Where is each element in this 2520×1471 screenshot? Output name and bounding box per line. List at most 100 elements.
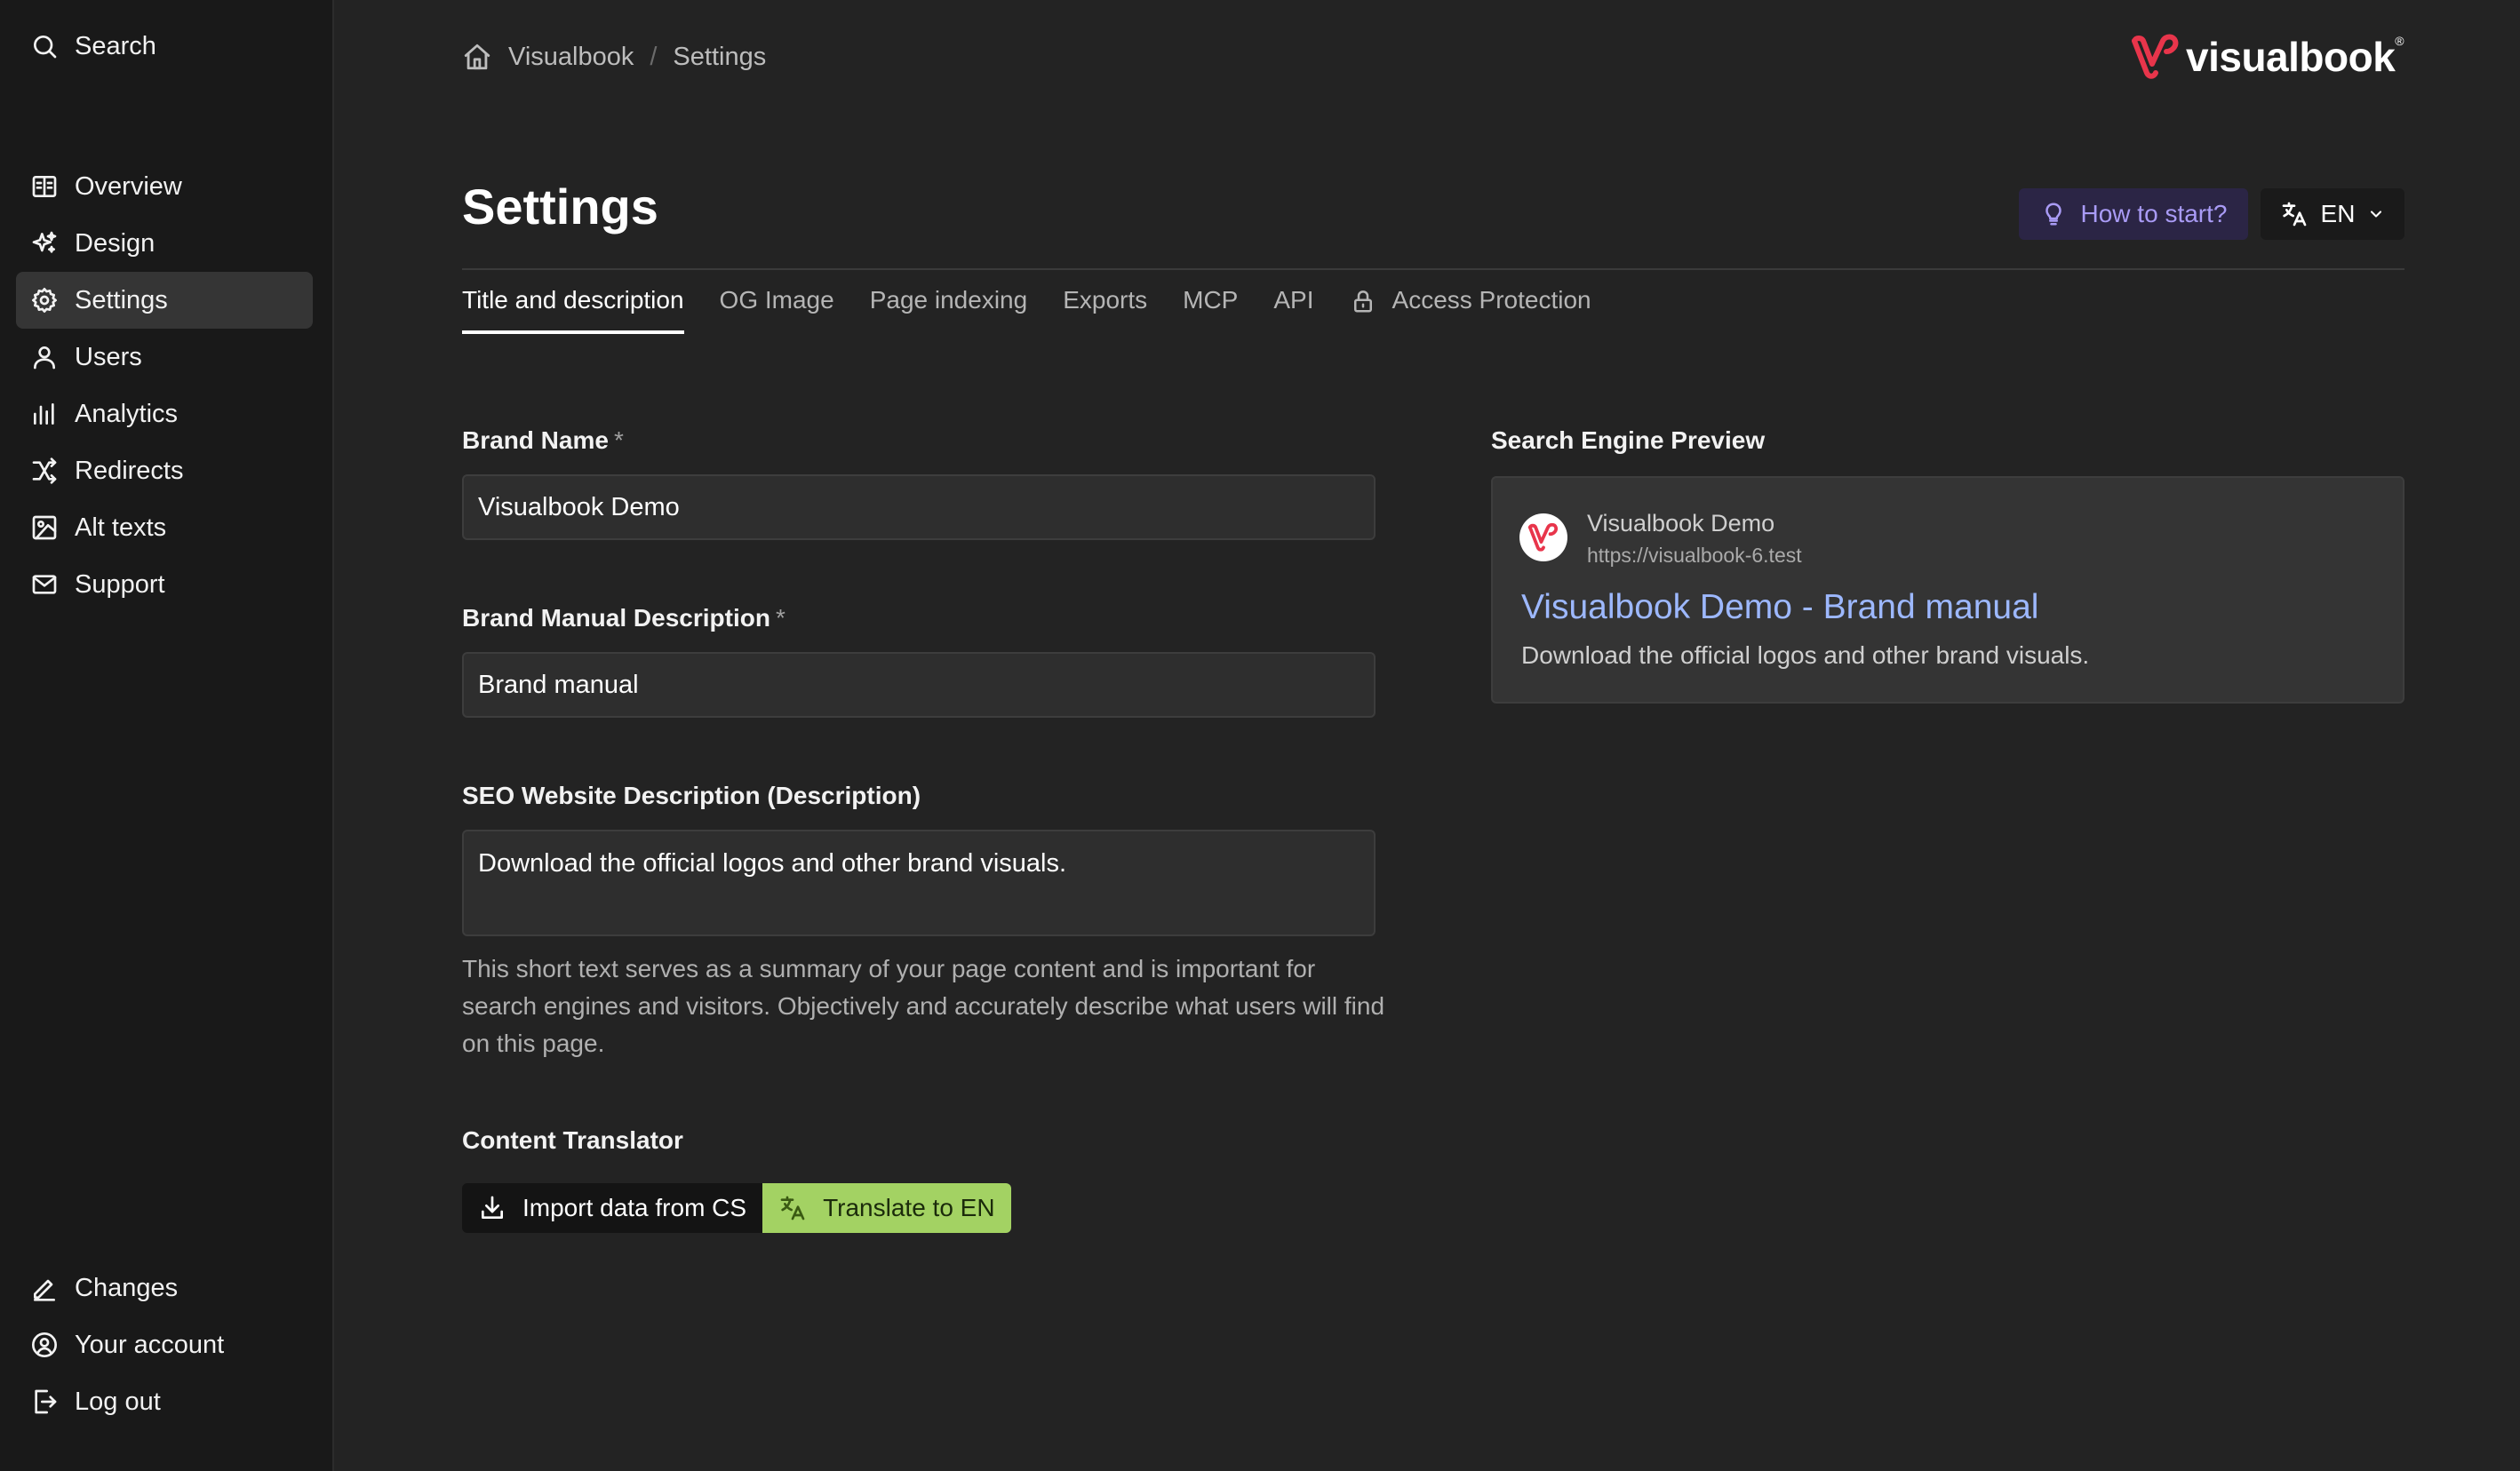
book-open-icon — [28, 171, 60, 203]
image-icon — [28, 512, 60, 544]
search-icon — [28, 30, 60, 62]
sidebar-item-users[interactable]: Users — [16, 329, 313, 386]
breadcrumb-settings[interactable]: Settings — [673, 43, 766, 72]
how-to-start-label: How to start? — [2080, 200, 2228, 227]
brand-manual-description-input[interactable]: Brand manual — [462, 652, 1376, 718]
tab-og-image[interactable]: OG Image — [720, 282, 834, 334]
brand-manual-description-value: Brand manual — [478, 670, 639, 699]
brand-manual-description-label: Brand Manual Description * — [462, 604, 786, 632]
mail-icon — [28, 569, 60, 600]
language-value: EN — [2320, 200, 2356, 227]
sidebar-item-account[interactable]: Your account — [16, 1316, 313, 1373]
sidebar-item-overview[interactable]: Overview — [16, 158, 313, 215]
page-title: Settings — [462, 179, 658, 235]
sidebar-item-label: Design — [75, 228, 156, 258]
tab-label: API — [1273, 286, 1314, 314]
seo-description-label: SEO Website Description (Description) — [462, 782, 921, 809]
brand-logo[interactable]: visualbook ® — [2129, 30, 2404, 83]
home-icon[interactable] — [462, 42, 492, 72]
sidebar-item-label: Settings — [75, 285, 168, 314]
tab-api[interactable]: API — [1273, 282, 1313, 334]
content-translator-label: Content Translator — [462, 1126, 683, 1154]
sidebar-item-alt-texts[interactable]: Alt texts — [16, 499, 313, 556]
translate-icon — [2280, 200, 2309, 228]
import-data-label: Import data from CS — [522, 1194, 747, 1221]
preview-site-name: Visualbook Demo — [1587, 510, 1775, 537]
sidebar-item-label: Users — [75, 342, 142, 371]
sidebar-item-redirects[interactable]: Redirects — [16, 442, 313, 499]
brand-name-input[interactable]: Visualbook Demo — [462, 474, 1376, 540]
tab-label: MCP — [1183, 286, 1239, 314]
gear-icon — [28, 284, 60, 316]
sidebar-item-label: Analytics — [75, 399, 179, 428]
download-icon — [482, 1196, 503, 1219]
seo-description-value: Download the official logos and other br… — [478, 849, 1067, 878]
shuffle-icon — [28, 455, 60, 487]
favicon-icon — [1519, 513, 1567, 561]
tab-label: OG Image — [719, 286, 834, 314]
tab-label: Title and description — [462, 286, 684, 314]
seo-description-help: This short text serves as a summary of y… — [462, 955, 1385, 1057]
sidebar-item-support[interactable]: Support — [16, 556, 313, 613]
brand-name-value: Visualbook Demo — [478, 492, 680, 521]
preview-description: Download the official logos and other br… — [1521, 641, 2090, 669]
seo-description-textarea[interactable]: Download the official logos and other br… — [462, 830, 1376, 936]
how-to-start-button[interactable]: How to start? — [2019, 188, 2248, 240]
tab-access-protection[interactable]: Access Protection — [1350, 282, 1591, 334]
tab-title-and-description[interactable]: Title and description — [462, 282, 684, 334]
tab-label: Access Protection — [1392, 286, 1591, 314]
translate-icon — [780, 1196, 805, 1221]
breadcrumb-separator: / — [650, 42, 658, 71]
brand-name-label-text: Brand Name — [462, 426, 609, 454]
tab-label: Page indexing — [869, 286, 1028, 314]
brand-name-label: Brand Name * — [462, 426, 624, 455]
sidebar-item-label: Changes — [75, 1273, 179, 1302]
lock-icon — [1350, 286, 1392, 314]
required-marker: * — [613, 426, 624, 454]
title-divider — [462, 268, 2404, 270]
tab-label: Exports — [1063, 286, 1148, 314]
tab-page-indexing[interactable]: Page indexing — [870, 282, 1027, 334]
pencil-icon — [28, 1272, 60, 1304]
preview-title-link[interactable]: Visualbook Demo - Brand manual — [1521, 588, 2038, 627]
required-marker: * — [775, 604, 786, 632]
breadcrumb-visualbook[interactable]: Visualbook — [508, 43, 634, 72]
user-icon — [28, 341, 60, 373]
breadcrumb: Visualbook / Settings — [462, 37, 766, 76]
translate-label: Translate to EN — [823, 1194, 995, 1221]
search-label: Search — [75, 31, 156, 60]
brand-manual-description-label-text: Brand Manual Description — [462, 604, 770, 632]
sidebar-item-label: Redirects — [75, 456, 184, 485]
sidebar-item-design[interactable]: Design — [16, 215, 313, 272]
chevron-down-icon — [2367, 205, 2385, 223]
sidebar-item-logout[interactable]: Log out — [16, 1373, 313, 1430]
bar-chart-icon — [28, 398, 60, 430]
sidebar-item-label: Support — [75, 569, 165, 599]
import-data-button[interactable]: Import data from CS — [462, 1183, 763, 1233]
settings-tabs: Title and description OG Image Page inde… — [462, 282, 1627, 334]
translator-actions: Import data from CS Translate to EN — [462, 1183, 1011, 1233]
search-engine-preview: Visualbook Demo https://visualbook-6.tes… — [1491, 476, 2404, 704]
logout-icon — [28, 1386, 60, 1418]
sidebar-item-settings[interactable]: Settings — [16, 272, 313, 329]
tab-exports[interactable]: Exports — [1063, 282, 1147, 334]
sidebar-item-changes[interactable]: Changes — [16, 1260, 313, 1316]
sidebar-item-label: Overview — [75, 171, 182, 201]
search-button[interactable]: Search — [16, 18, 313, 75]
sparkles-icon — [28, 227, 60, 259]
translate-button[interactable]: Translate to EN — [762, 1183, 1011, 1233]
logo-text: visualbook — [2186, 34, 2396, 80]
tab-mcp[interactable]: MCP — [1183, 282, 1238, 334]
language-select[interactable]: EN — [2261, 188, 2404, 240]
sidebar-item-label: Alt texts — [75, 513, 167, 542]
search-engine-preview-label: Search Engine Preview — [1491, 426, 1766, 454]
sidebar: Search Overview Design Settings Users An… — [0, 0, 334, 1471]
logo-registered-mark: ® — [2395, 34, 2404, 48]
sidebar-item-label: Your account — [75, 1330, 225, 1359]
visualbook-logo-icon — [2132, 34, 2179, 79]
preview-url: https://visualbook-6.test — [1587, 544, 1802, 567]
sidebar-item-analytics[interactable]: Analytics — [16, 386, 313, 442]
user-circle-icon — [28, 1329, 60, 1361]
lightbulb-icon — [2045, 203, 2061, 226]
sidebar-item-label: Log out — [75, 1387, 161, 1416]
